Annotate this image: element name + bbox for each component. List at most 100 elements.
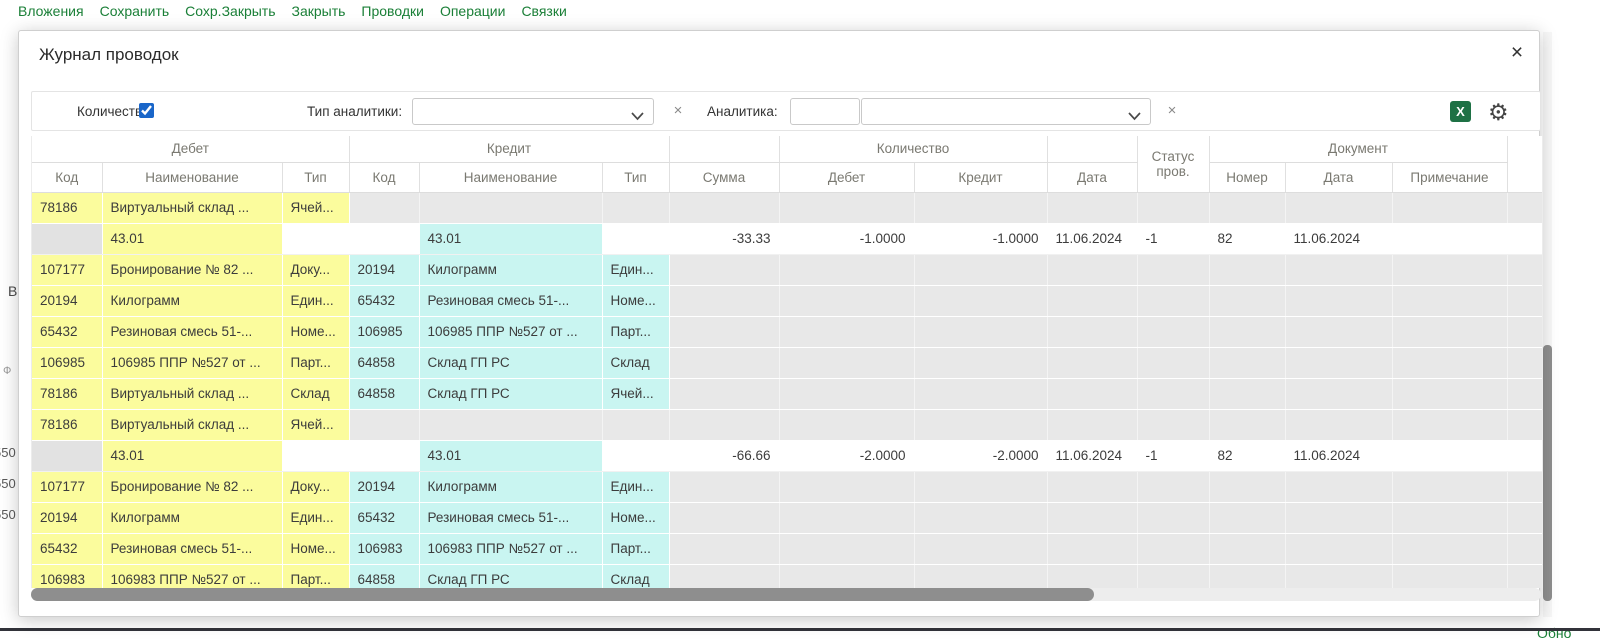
analytics-type-select[interactable] xyxy=(412,98,654,125)
column-header[interactable]: Номер xyxy=(1209,162,1285,192)
cell-status[interactable] xyxy=(1137,378,1209,409)
cell-qty-credit[interactable] xyxy=(914,254,1047,285)
cell-doc-number[interactable]: 82 xyxy=(1209,440,1285,471)
column-header[interactable]: Дебет xyxy=(779,162,914,192)
analytics-select[interactable] xyxy=(861,98,1151,125)
cell-date[interactable] xyxy=(1047,192,1137,223)
cell-note[interactable] xyxy=(1392,409,1507,440)
cell-doc-number[interactable] xyxy=(1209,254,1285,285)
cell-credit-code[interactable]: 65432 xyxy=(349,502,419,533)
cell-sum[interactable] xyxy=(669,347,779,378)
cell-status[interactable] xyxy=(1137,316,1209,347)
cell-doc-date[interactable] xyxy=(1285,502,1392,533)
cell-credit-name[interactable] xyxy=(419,192,602,223)
cell-debit-type[interactable]: Парт... xyxy=(282,564,349,588)
cell-sum[interactable] xyxy=(669,316,779,347)
column-header[interactable]: Дата xyxy=(1285,162,1392,192)
cell-note[interactable] xyxy=(1392,316,1507,347)
cell-date[interactable] xyxy=(1047,316,1137,347)
cell-status[interactable] xyxy=(1137,533,1209,564)
menu-item-close[interactable]: Закрыть xyxy=(292,3,346,19)
cell-debit-code[interactable]: 78186 xyxy=(32,192,102,223)
cell-sum[interactable] xyxy=(669,564,779,588)
cell-credit-type[interactable]: Номе... xyxy=(602,502,669,533)
cell-debit-type[interactable]: Доку... xyxy=(282,254,349,285)
cell-note[interactable] xyxy=(1392,192,1507,223)
cell-credit-name[interactable]: 106983 ППР №527 от ... xyxy=(419,533,602,564)
column-header[interactable]: Код xyxy=(349,162,419,192)
cell-qty-debit[interactable] xyxy=(779,192,914,223)
cell-date[interactable] xyxy=(1047,347,1137,378)
cell-sum[interactable] xyxy=(669,254,779,285)
cell-qty-credit[interactable] xyxy=(914,533,1047,564)
settings-gear-icon[interactable]: ⚙ xyxy=(1488,96,1509,128)
cell-debit-type[interactable]: Доку... xyxy=(282,471,349,502)
cell-qty-credit[interactable] xyxy=(914,564,1047,588)
cell-qty-debit[interactable] xyxy=(779,378,914,409)
cell-qty-credit[interactable]: -2.0000 xyxy=(914,440,1047,471)
cell-qty-debit[interactable] xyxy=(779,502,914,533)
cell-debit-code[interactable]: 107177 xyxy=(32,254,102,285)
cell-qty-debit[interactable] xyxy=(779,533,914,564)
cell-debit-code[interactable]: 65432 xyxy=(32,533,102,564)
cell-credit-type[interactable]: Парт... xyxy=(602,316,669,347)
cell-sum[interactable] xyxy=(669,285,779,316)
analytics-code-input[interactable] xyxy=(790,98,860,125)
cell-doc-date[interactable] xyxy=(1285,316,1392,347)
cell-sum[interactable]: -33.33 xyxy=(669,223,779,254)
cell-doc-date[interactable] xyxy=(1285,285,1392,316)
menu-item-bundles[interactable]: Связки xyxy=(521,3,566,19)
cell-credit-code[interactable]: 64858 xyxy=(349,564,419,588)
cell-doc-date[interactable] xyxy=(1285,533,1392,564)
cell-note[interactable] xyxy=(1392,502,1507,533)
cell-credit-code[interactable] xyxy=(349,223,419,254)
menu-item-attachments[interactable]: Вложения xyxy=(18,3,84,19)
menu-item-save-close[interactable]: Сохр.Закрыть xyxy=(185,3,275,19)
cell-credit-type[interactable] xyxy=(602,223,669,254)
cell-debit-code[interactable] xyxy=(32,440,102,471)
cell-sum[interactable] xyxy=(669,533,779,564)
cell-credit-name[interactable]: 43.01 xyxy=(419,440,602,471)
cell-qty-credit[interactable] xyxy=(914,378,1047,409)
cell-note[interactable] xyxy=(1392,347,1507,378)
cell-doc-number[interactable] xyxy=(1209,347,1285,378)
column-header[interactable]: Тип xyxy=(602,162,669,192)
menu-item-postings[interactable]: Проводки xyxy=(361,3,424,19)
cell-debit-code[interactable]: 65432 xyxy=(32,316,102,347)
cell-status[interactable] xyxy=(1137,471,1209,502)
cell-debit-code[interactable]: 106983 xyxy=(32,564,102,588)
cell-debit-type[interactable]: Един... xyxy=(282,502,349,533)
cell-status[interactable]: -1 xyxy=(1137,440,1209,471)
cell-note[interactable] xyxy=(1392,533,1507,564)
cell-credit-name[interactable]: Резиновая смесь 51-... xyxy=(419,285,602,316)
cell-doc-number[interactable] xyxy=(1209,316,1285,347)
cell-status[interactable] xyxy=(1137,192,1209,223)
cell-debit-code[interactable]: 20194 xyxy=(32,285,102,316)
cell-doc-date[interactable] xyxy=(1285,192,1392,223)
column-header[interactable]: Примечание xyxy=(1392,162,1507,192)
cell-debit-name[interactable]: Виртуальный склад ... xyxy=(102,192,282,223)
cell-note[interactable] xyxy=(1392,564,1507,588)
cell-sum[interactable] xyxy=(669,378,779,409)
cell-doc-number[interactable] xyxy=(1209,378,1285,409)
cell-status[interactable] xyxy=(1137,347,1209,378)
cell-sum[interactable] xyxy=(669,192,779,223)
cell-date[interactable] xyxy=(1047,378,1137,409)
cell-credit-type[interactable]: Склад xyxy=(602,564,669,588)
cell-credit-type[interactable]: Номе... xyxy=(602,285,669,316)
clear-analytics-type-icon[interactable]: × xyxy=(670,102,686,120)
cell-debit-code[interactable]: 106985 xyxy=(32,347,102,378)
cell-note[interactable] xyxy=(1392,471,1507,502)
cell-date[interactable]: 11.06.2024 xyxy=(1047,440,1137,471)
cell-date[interactable] xyxy=(1047,409,1137,440)
cell-status[interactable] xyxy=(1137,285,1209,316)
cell-credit-name[interactable]: Склад ГП РС xyxy=(419,347,602,378)
cell-credit-name[interactable]: Склад ГП РС xyxy=(419,378,602,409)
cell-qty-credit[interactable] xyxy=(914,192,1047,223)
cell-qty-debit[interactable]: -1.0000 xyxy=(779,223,914,254)
cell-credit-name[interactable]: 43.01 xyxy=(419,223,602,254)
cell-debit-type[interactable] xyxy=(282,440,349,471)
quantity-checkbox[interactable] xyxy=(139,103,154,118)
cell-debit-type[interactable]: Ячей... xyxy=(282,192,349,223)
cell-credit-name[interactable] xyxy=(419,409,602,440)
